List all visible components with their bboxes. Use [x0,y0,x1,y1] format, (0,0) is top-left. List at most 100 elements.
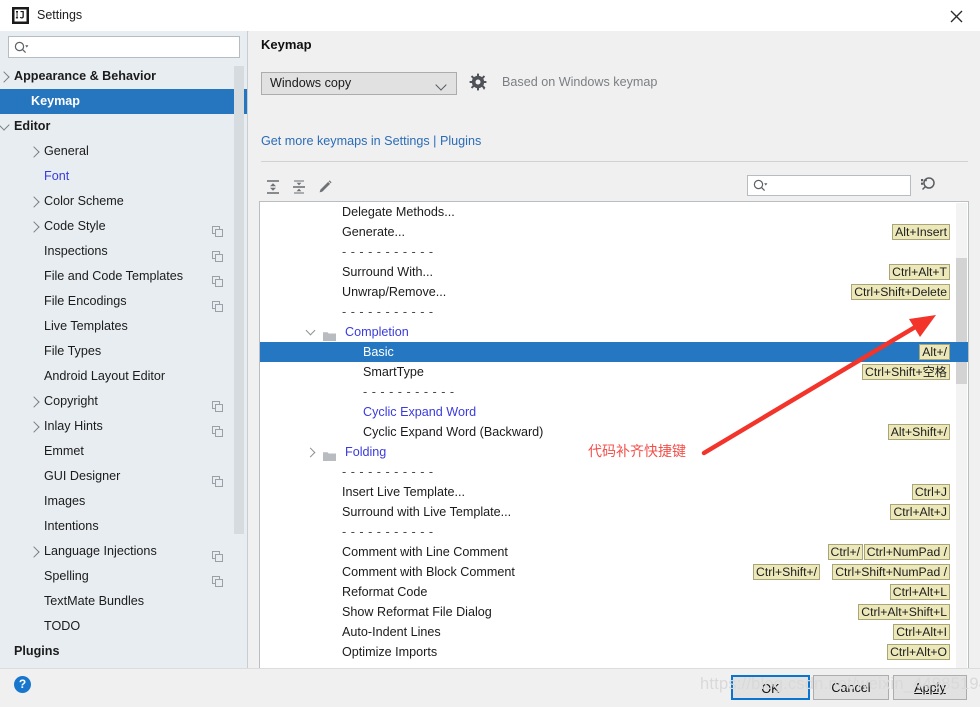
keymap-group-row[interactable]: Completion [260,322,968,342]
help-icon[interactable]: ? [14,676,31,693]
shortcut-badge[interactable]: Alt+/ [919,344,950,360]
keymap-action-row[interactable]: Basic Alt+/ [260,342,968,362]
keymap-action-row[interactable]: Cyclic Expand Word (Backward) Alt+Shift+/ [260,422,968,442]
shortcut-badge[interactable]: Ctrl+/ [827,544,863,560]
sidebar-item-textmate-bundles[interactable]: TextMate Bundles [0,589,247,614]
sidebar-item-copyright[interactable]: Copyright [0,389,247,414]
shortcut-badge[interactable]: Ctrl+Shift+Delete [851,284,950,300]
gear-icon[interactable] [469,73,489,93]
sidebar-item-images[interactable]: Images [0,489,247,514]
shortcut-badge[interactable]: Ctrl+Alt+Shift+L [858,604,950,620]
chevron-right-icon[interactable] [28,546,40,558]
keymap-action-row[interactable]: Comment with Block Comment Ctrl+Shift+Num… [260,562,968,582]
keymap-search[interactable] [747,175,911,197]
keymap-search-input[interactable] [772,176,908,197]
sidebar-item-inspections[interactable]: Inspections [0,239,247,264]
shortcut-badge[interactable]: Ctrl+NumPad / [863,544,950,560]
row-label: Optimize Imports [342,645,438,659]
sidebar-item-label: General [44,144,89,158]
sidebar-item-inlay-hints[interactable]: Inlay Hints [0,414,247,439]
sidebar-item-label: Font [44,169,70,183]
copy-settings-icon [212,571,223,587]
keymap-action-row[interactable]: Delegate Methods... [260,202,968,222]
keymap-action-row[interactable]: Generate... Alt+Insert [260,222,968,242]
chevron-down-icon[interactable] [305,325,316,336]
keymap-action-row[interactable]: Unwrap/Remove... Ctrl+Shift+Delete [260,282,968,302]
row-label: Insert Live Template... [342,485,465,499]
collapse-all-icon[interactable] [289,177,313,201]
sidebar-item-label: Keymap [31,94,80,108]
shortcut-badge[interactable]: Ctrl+Alt+I [893,624,950,640]
close-icon[interactable] [934,0,980,31]
sidebar-item-color-scheme[interactable]: Color Scheme [0,189,247,214]
sidebar-item-android-layout-editor[interactable]: Android Layout Editor [0,364,247,389]
find-by-shortcut-icon[interactable] [917,174,941,198]
chevron-right-icon[interactable] [28,421,40,433]
sidebar-item-plugins[interactable]: Plugins [0,639,247,664]
chevron-right-icon[interactable] [28,221,40,233]
sidebar-item-emmet[interactable]: Emmet [0,439,247,464]
shortcut-badge[interactable]: Ctrl+Shift+NumPad / [832,564,950,580]
shortcut-badge[interactable]: Ctrl+Shift+空格 [862,364,950,380]
keymap-action-row[interactable]: Surround with Live Template... Ctrl+Alt+J [260,502,968,522]
row-label: Cyclic Expand Word (Backward) [363,425,544,439]
chevron-right-icon[interactable] [305,447,316,458]
keymap-select[interactable]: Windows copy [261,72,457,95]
sidebar-item-appearance-behavior[interactable]: Appearance & Behavior [0,64,247,89]
sidebar-item-intentions[interactable]: Intentions [0,514,247,539]
ok-button[interactable]: OK [731,675,810,700]
divider [261,161,968,162]
shortcut-badge[interactable]: Alt+Shift+/ [887,424,950,440]
chevron-right-icon[interactable] [28,196,40,208]
keymap-action-row[interactable]: SmartType Ctrl+Shift+空格 [260,362,968,382]
sidebar-search[interactable] [8,36,240,59]
shortcut-badge[interactable]: Ctrl+Alt+J [890,504,950,520]
keymap-action-row[interactable]: Auto-Indent Lines Ctrl+Alt+I [260,622,968,642]
sidebar-item-gui-designer[interactable]: GUI Designer [0,464,247,489]
sidebar-search-input[interactable] [33,37,237,59]
keymap-action-row[interactable]: Surround With... Ctrl+Alt+T [260,262,968,282]
sidebar-item-editor[interactable]: Editor [0,114,247,139]
keymap-action-row[interactable]: Comment with Line Comment Ctrl+NumPad / Ct… [260,542,968,562]
shortcut-badge[interactable]: Ctrl+Alt+O [887,644,950,660]
chevron-right-icon[interactable] [28,396,40,408]
row-label: Delegate Methods... [342,205,455,219]
cancel-button[interactable]: Cancel [813,675,889,700]
sidebar-tree: Appearance & Behavior Keymap Editor General… [0,64,247,668]
sidebar-item-file-encodings[interactable]: File Encodings [0,289,247,314]
sidebar-item-keymap[interactable]: Keymap [0,89,247,114]
expand-all-icon[interactable] [263,177,287,201]
shortcut-badge[interactable]: Ctrl+Alt+T [889,264,950,280]
shortcut-badge[interactable]: Ctrl+Shift+/ [753,564,820,580]
get-more-keymaps-link[interactable]: Get more keymaps in Settings | Plugins [261,134,481,148]
chevron-right-icon[interactable] [28,146,40,158]
keymap-action-row[interactable]: Show Reformat File Dialog Ctrl+Alt+Shift+… [260,602,968,622]
separator-dashes: - - - - - - - - - - - [342,305,434,319]
sidebar-item-label: Live Templates [44,319,128,333]
sidebar-item-label: Language Injections [44,544,157,558]
keymap-action-row[interactable]: Reformat Code Ctrl+Alt+L [260,582,968,602]
sidebar-item-file-and-code-templates[interactable]: File and Code Templates [0,264,247,289]
keymap-action-row[interactable]: Cyclic Expand Word [260,402,968,422]
sidebar-item-live-templates[interactable]: Live Templates [0,314,247,339]
sidebar-item-language-injections[interactable]: Language Injections [0,539,247,564]
sidebar-item-font[interactable]: Font [0,164,247,189]
shortcut-badge[interactable]: Alt+Insert [892,224,950,240]
row-label: Unwrap/Remove... [342,285,447,299]
keymap-action-row[interactable]: Insert Live Template... Ctrl+J [260,482,968,502]
chevron-right-icon[interactable] [0,71,10,83]
sidebar-item-code-style[interactable]: Code Style [0,214,247,239]
chevron-down-icon[interactable] [0,119,10,131]
sidebar-item-file-types[interactable]: File Types [0,339,247,364]
sidebar-item-todo[interactable]: TODO [0,614,247,639]
edit-shortcut-icon[interactable] [315,177,339,201]
shortcut-badge[interactable]: Ctrl+J [911,484,950,500]
row-label: Comment with Block Comment [342,565,515,579]
sidebar-scrollbar[interactable] [234,66,244,534]
keymap-action-row[interactable]: Optimize Imports Ctrl+Alt+O [260,642,968,662]
shortcut-badge[interactable]: Ctrl+Alt+L [889,584,950,600]
keymap-pane: Keymap Windows copy Based on Windows key… [249,31,980,681]
apply-button[interactable]: Apply [893,675,967,700]
sidebar-item-spelling[interactable]: Spelling [0,564,247,589]
sidebar-item-general[interactable]: General [0,139,247,164]
